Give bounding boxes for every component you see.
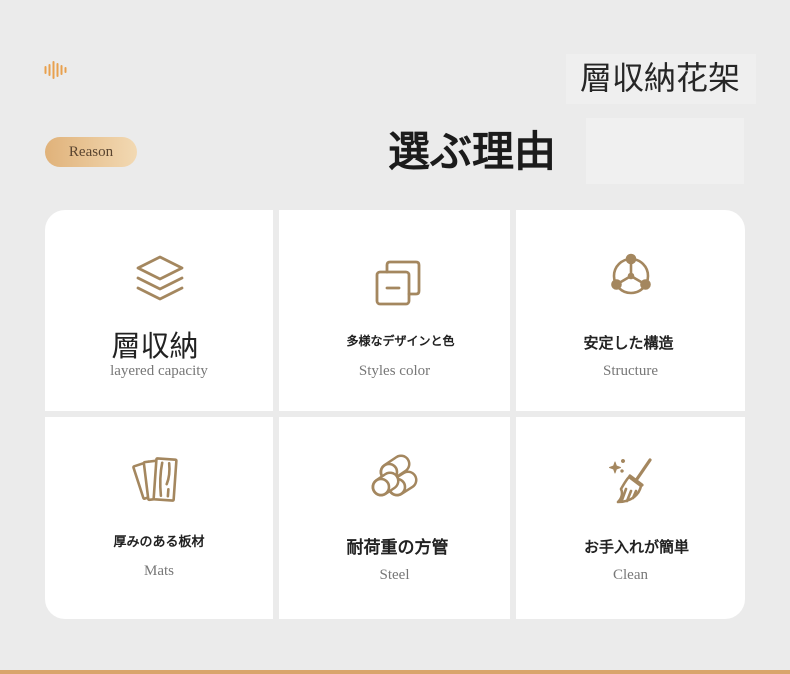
product-title: 層収納花架: [579, 59, 740, 97]
broom-icon: [606, 456, 656, 506]
feature-title: 厚みのある板材: [113, 535, 205, 550]
feature-subtitle: Clean: [613, 567, 648, 583]
reason-badge: Reason: [45, 137, 137, 167]
feature-subtitle: Mats: [144, 563, 174, 579]
feature-title: 耐荷重の方管: [346, 538, 449, 558]
sound-wave-icon: [44, 61, 69, 79]
feature-subtitle: Steel: [379, 567, 410, 583]
overlap-squares-icon: [374, 259, 424, 309]
feature-card-mats: 厚みのある板材 Mats: [45, 417, 273, 619]
steel-pipes-icon: [370, 450, 420, 500]
feature-card-steel: 耐荷重の方管 Steel: [279, 417, 510, 619]
wood-boards-icon: [131, 454, 181, 504]
feature-card-clean: お手入れが簡単 Clean: [516, 417, 745, 619]
feature-grid: 層収納 layered capacity 多様なデザインと色 Styles co…: [45, 210, 745, 619]
feature-subtitle: Structure: [603, 363, 658, 379]
section-heading: 選ぶ理由: [388, 127, 557, 176]
feature-title: 多様なデザインと色: [346, 334, 455, 348]
structure-nodes-icon: [606, 250, 656, 300]
bottom-divider: [0, 670, 790, 674]
feature-card-layered-capacity: 層収納 layered capacity: [45, 210, 273, 411]
feature-subtitle: Styles color: [358, 363, 431, 379]
feature-card-structure: 安定した構造 Structure: [516, 210, 745, 411]
feature-card-styles-color: 多様なデザインと色 Styles color: [279, 210, 510, 411]
heading-backdrop: [586, 118, 744, 184]
feature-title: お手入れが簡単: [583, 538, 689, 556]
feature-subtitle: layered capacity: [110, 363, 208, 379]
feature-title: 層収納: [111, 329, 199, 363]
layers-icon: [135, 254, 185, 304]
feature-title: 安定した構造: [583, 334, 674, 352]
